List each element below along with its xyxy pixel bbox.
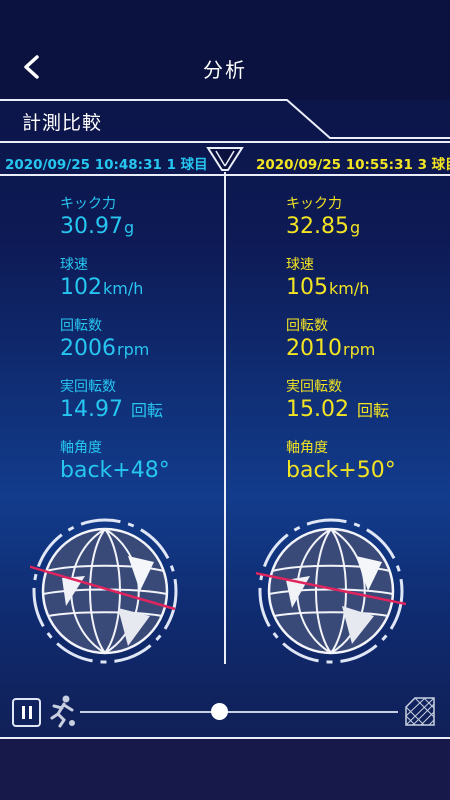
pause-button[interactable] [12, 698, 41, 727]
actual-rotations-label: 実回転数 [286, 379, 342, 395]
ball-speed-value: 102 [60, 275, 102, 300]
actual-rotations-stat: 実回転数 15.02 回転 [286, 379, 396, 440]
ball-speed-unit: km/h [329, 279, 370, 298]
kick-power-stat: キック力 32.85g [286, 196, 396, 257]
left-stats: キック力 30.97g 球速 102km/h 回転数 2006rpm 実回転数 … [60, 196, 170, 501]
right-stats: キック力 32.85g 球速 105km/h 回転数 2010rpm 実回転数 … [286, 196, 396, 501]
actual-rotations-value: 15.02 [286, 397, 349, 422]
axis-angle-value: back+48° [60, 458, 170, 483]
kick-power-stat: キック力 30.97g [60, 196, 170, 257]
spin-rate-value: 2010 [286, 336, 342, 361]
left-spin-ball [30, 518, 178, 664]
actual-rotations-unit: 回転 [356, 401, 389, 420]
actual-rotations-stat: 実回転数 14.97 回転 [60, 379, 170, 440]
ball-speed-value: 105 [286, 275, 328, 300]
kick-power-value: 32.85 [286, 214, 349, 239]
spin-rate-unit: rpm [343, 340, 376, 359]
ball-speed-label: 球速 [286, 257, 314, 273]
playback-slider-track[interactable] [80, 711, 398, 713]
axis-angle-stat: 軸角度 back+50° [286, 440, 396, 501]
spin-rate-label: 回転数 [60, 318, 102, 334]
goal-net-icon [405, 697, 435, 726]
spin-rate-label: 回転数 [286, 318, 328, 334]
section-label: 計測比較 [22, 112, 103, 134]
kicker-icon [50, 695, 75, 728]
axis-angle-value: back+50° [286, 458, 396, 483]
left-shot-date: 2020/09/25 10:48:31 1 球目 [5, 157, 208, 173]
actual-rotations-label: 実回転数 [60, 379, 116, 395]
playback-slider-thumb[interactable] [211, 703, 229, 720]
axis-angle-label: 軸角度 [286, 440, 328, 456]
spin-rate-stat: 回転数 2010rpm [286, 318, 396, 379]
axis-angle-label: 軸角度 [60, 440, 102, 456]
right-shot-date: 2020/09/25 10:55:31 3 球目 [256, 157, 450, 173]
kick-power-unit: g [123, 218, 135, 237]
kick-power-value: 30.97 [60, 214, 123, 239]
actual-rotations-unit: 回転 [130, 401, 163, 420]
ball-speed-stat: 球速 105km/h [286, 257, 396, 318]
footer-area [0, 739, 450, 800]
playback-controls [0, 690, 450, 736]
spin-rate-value: 2006 [60, 336, 116, 361]
spin-rate-stat: 回転数 2006rpm [60, 318, 170, 379]
ball-speed-stat: 球速 102km/h [60, 257, 170, 318]
spin-rate-unit: rpm [117, 340, 150, 359]
kick-power-label: キック力 [286, 196, 342, 212]
kick-power-unit: g [349, 218, 361, 237]
actual-rotations-value: 14.97 [60, 397, 123, 422]
column-divider [224, 172, 226, 664]
pause-icon [21, 706, 25, 719]
kick-power-label: キック力 [60, 196, 116, 212]
top-bar [0, 0, 450, 100]
right-spin-ball [256, 518, 406, 664]
ball-speed-label: 球速 [60, 257, 88, 273]
ball-speed-unit: km/h [103, 279, 144, 298]
page-title: 分析 [203, 58, 247, 82]
axis-angle-stat: 軸角度 back+48° [60, 440, 170, 501]
